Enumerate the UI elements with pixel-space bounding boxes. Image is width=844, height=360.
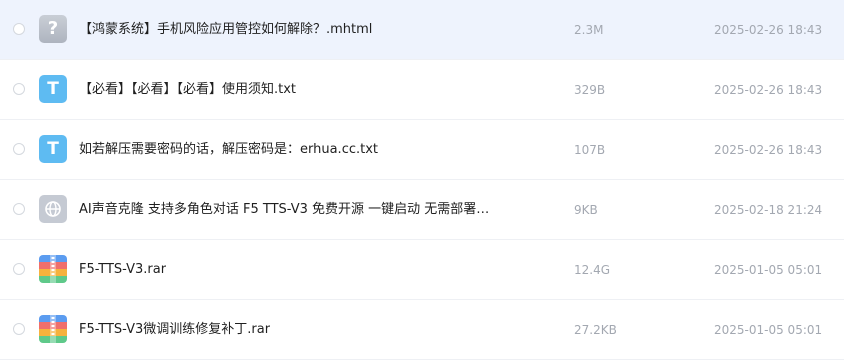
globe-link-icon <box>39 195 67 223</box>
file-modified-date: 2025-01-05 05:01 <box>714 323 823 337</box>
file-name[interactable]: F5-TTS-V3微调训练修复补丁.rar <box>79 320 270 340</box>
file-name[interactable]: F5-TTS-V3.rar <box>79 260 166 280</box>
file-row[interactable]: T 如若解压需要密码的话，解压密码是：erhua.cc.txt 107B 202… <box>0 120 844 180</box>
file-name[interactable]: AI声音克隆 支持多角色对话 F5 TTS-V3 免费开源 一键启动 无需部署… <box>79 200 489 220</box>
file-row[interactable]: AI声音克隆 支持多角色对话 F5 TTS-V3 免费开源 一键启动 无需部署…… <box>0 180 844 240</box>
file-modified-date: 2025-02-26 18:43 <box>714 83 823 97</box>
file-name[interactable]: 【必看】【必看】【必看】使用须知.txt <box>79 80 296 100</box>
file-modified-date: 2025-01-05 05:01 <box>714 263 823 277</box>
text-file-icon: T <box>39 135 67 163</box>
file-modified-date: 2025-02-26 18:43 <box>714 143 823 157</box>
archive-icon <box>39 255 67 283</box>
row-checkbox[interactable] <box>13 203 25 215</box>
file-name[interactable]: 如若解压需要密码的话，解压密码是：erhua.cc.txt <box>79 140 378 160</box>
row-checkbox[interactable] <box>13 263 25 275</box>
file-size: 27.2KB <box>574 323 617 337</box>
file-size: 9KB <box>574 203 598 217</box>
file-name[interactable]: 【鸿蒙系统】手机风险应用管控如何解除？.mhtml <box>79 20 372 40</box>
file-size: 329B <box>574 83 606 97</box>
file-row[interactable]: F5-TTS-V3.rar 12.4G 2025-01-05 05:01 <box>0 240 844 300</box>
file-size: 12.4G <box>574 263 611 277</box>
file-modified-date: 2025-02-18 21:24 <box>714 203 823 217</box>
file-modified-date: 2025-02-26 18:43 <box>714 23 823 37</box>
file-size: 2.3M <box>574 23 604 37</box>
file-list: ? 【鸿蒙系统】手机风险应用管控如何解除？.mhtml 2.3M 2025-02… <box>0 0 844 360</box>
row-checkbox[interactable] <box>13 83 25 95</box>
row-checkbox[interactable] <box>13 323 25 335</box>
unknown-file-icon: ? <box>39 15 67 43</box>
row-checkbox[interactable] <box>13 143 25 155</box>
text-file-icon: T <box>39 75 67 103</box>
file-row[interactable]: ? 【鸿蒙系统】手机风险应用管控如何解除？.mhtml 2.3M 2025-02… <box>0 0 844 60</box>
archive-icon <box>39 315 67 343</box>
file-size: 107B <box>574 143 606 157</box>
file-row[interactable]: F5-TTS-V3微调训练修复补丁.rar 27.2KB 2025-01-05 … <box>0 300 844 360</box>
row-checkbox[interactable] <box>13 23 25 35</box>
file-row[interactable]: T 【必看】【必看】【必看】使用须知.txt 329B 2025-02-26 1… <box>0 60 844 120</box>
